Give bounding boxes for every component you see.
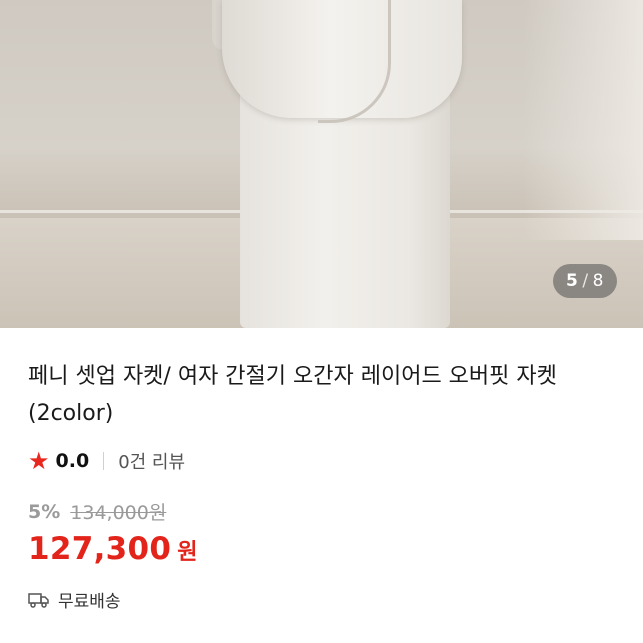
shipping-label: 무료배송: [58, 592, 121, 612]
currency-label: 원: [177, 540, 198, 565]
image-counter-separator: /: [582, 271, 589, 291]
rating-value: 0.0: [55, 450, 90, 472]
sale-price: 127,300: [28, 531, 172, 567]
product-title: 페니 셋업 자켓/ 여자 간절기 오간자 레이어드 오버핏 자켓 (2color…: [28, 364, 557, 426]
product-image[interactable]: 5 / 8: [0, 0, 643, 328]
product-info: 페니 셋업 자켓/ 여자 간절기 오간자 레이어드 오버핏 자켓 (2color…: [0, 358, 643, 612]
divider: [103, 452, 105, 470]
image-counter: 5 / 8: [553, 264, 617, 298]
truck-icon: [28, 592, 49, 608]
image-counter-current: 5: [566, 271, 579, 291]
star-icon: ★: [28, 447, 50, 475]
original-price: 134,000원: [70, 502, 167, 524]
image-counter-total: 8: [592, 271, 604, 291]
review-count[interactable]: 0건 리뷰: [118, 448, 185, 474]
shipping-row: 무료배송: [28, 587, 615, 612]
discount-row: 5% 134,000원: [28, 498, 615, 525]
price-row: 127,300 원: [28, 531, 615, 567]
discount-rate: 5%: [28, 500, 61, 523]
rating-row[interactable]: ★ 0.0 0건 리뷰: [28, 448, 615, 474]
